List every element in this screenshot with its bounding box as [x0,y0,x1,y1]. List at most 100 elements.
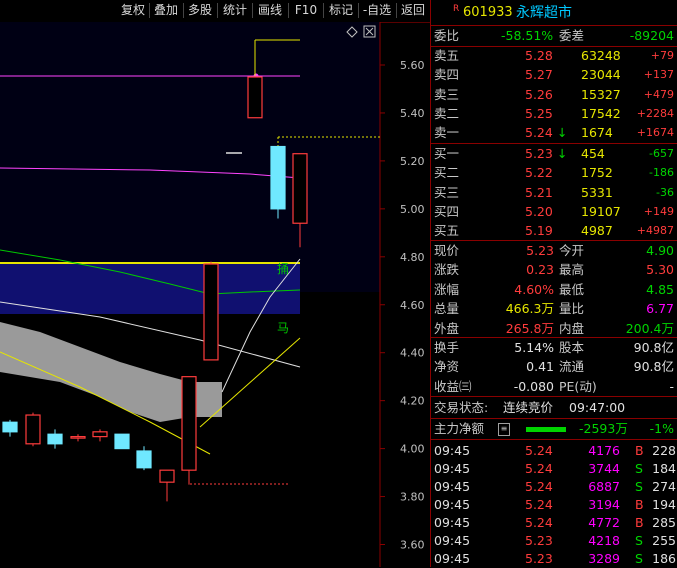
fund-row: 净资 0.41 流通 90.8亿 [431,358,677,376]
blue-zone [0,262,300,314]
divider [358,3,359,18]
main-flow-row[interactable]: 主力净额 ≡ -2593万 -1% [431,420,677,438]
sell-order-row[interactable]: 卖四 5.27 23044 +137 [431,66,677,84]
order-volume: 1674 [581,125,613,141]
tick-row[interactable]: 09:45 5.24 4772 B 285 [431,514,677,532]
status-value: 连续竞价 [503,400,554,415]
y-tick-label: 5.40 [400,107,425,120]
list-icon[interactable]: ≡ [498,423,510,436]
tick-row[interactable]: 09:45 5.24 4176 B 228 [431,442,677,460]
sell-order-row[interactable]: 卖五 5.28 63248 +79 [431,47,677,65]
order-price: 5.22 [525,165,553,181]
order-change: +1674 [636,126,674,140]
tick-time: 09:45 [434,443,471,458]
stats-button[interactable]: 统计 [220,2,250,19]
tick-row[interactable]: 09:45 5.24 3744 S 184 [431,460,677,478]
fuquan-button[interactable]: 复权 [118,2,148,19]
candle-body [92,431,108,438]
weicha-label: 委差 [559,28,585,43]
order-volume: 454 [581,146,605,161]
remove-watchlist-button[interactable]: -自选 [360,2,394,19]
down-arrow-icon: ↓ [557,125,568,141]
plot-shade [0,22,380,292]
candle[interactable] [247,76,263,119]
divider [252,3,253,18]
indicator-label-fang: 捅 [277,261,289,276]
tick-price: 5.23 [525,551,553,566]
tick-side: S [635,461,643,476]
quote-row: 外盘 265.8万 内盘 200.4万 [431,320,677,338]
buy-order-row[interactable]: 买二 5.22 1752 -186 [431,164,677,182]
divider [431,240,677,241]
candle[interactable] [203,261,219,361]
order-change: +137 [643,68,674,82]
tick-row[interactable]: 09:45 5.23 3289 S 186 [431,550,677,568]
mark-button[interactable]: 标记 [326,2,356,19]
order-level-label: 卖一 [434,125,460,141]
order-level-label: 卖四 [434,67,460,83]
candle[interactable] [114,433,130,450]
sell-order-row[interactable]: 卖三 5.26 15327 +479 [431,86,677,104]
order-price: 5.23 [525,146,553,161]
y-tick-label: 3.60 [400,539,425,552]
divider [396,3,397,18]
field-value: 4.60% [514,281,554,297]
field-label: 内盘 [559,320,585,336]
tick-volume: 3289 [588,551,620,566]
field-label: 换手 [434,340,460,355]
candle-body [70,436,86,439]
tick-row[interactable]: 09:45 5.24 3194 B 194 [431,496,677,514]
field-value: 5.30 [646,262,674,278]
indicator-label-ma: 马 [277,321,289,335]
tick-row[interactable]: 09:45 5.23 4218 S 255 [431,532,677,550]
order-level-label: 卖五 [434,48,460,63]
buy-order-row[interactable]: 买三 5.21 5331 -36 [431,184,677,202]
tick-row[interactable]: 09:45 5.24 6887 S 274 [431,478,677,496]
weibi-row: 委比 -58.51% 委差 -89204 [431,27,677,45]
field-label: 最高 [559,262,585,278]
multi-stock-button[interactable]: 多股 [185,2,215,19]
tick-count: 285 [652,515,676,530]
field-value: 466.3万 [505,301,554,317]
sell-order-row[interactable]: 卖一 5.24 ↓ 1674 +1674 [431,124,677,142]
back-button[interactable]: 返回 [398,2,428,19]
weibi-value: -58.51% [501,28,554,43]
draw-line-button[interactable]: 画线 [255,2,285,19]
candle[interactable] [181,376,197,485]
field-value: 200.4万 [625,320,674,336]
f10-button[interactable]: F10 [292,2,320,19]
order-change: +4987 [636,224,674,238]
sell-order-row[interactable]: 卖二 5.25 17542 +2284 [431,105,677,123]
tick-price: 5.24 [525,515,553,530]
tick-volume: 3194 [588,497,620,512]
field-label: 今开 [559,243,585,258]
tick-price: 5.24 [525,479,553,494]
buy-order-row[interactable]: 买五 5.19 4987 +4987 [431,222,677,240]
main-flow-value: -2593万 [579,421,628,436]
order-price: 5.26 [525,86,553,102]
quote-row: 现价 5.23 今开 4.90 [431,242,677,260]
order-level-label: 买四 [434,203,460,219]
field-value: 4.85 [646,281,674,297]
divider [431,418,677,419]
buy-order-row[interactable]: 买四 5.20 19107 +149 [431,203,677,221]
overlay-button[interactable]: 叠加 [151,2,181,19]
candle-body [181,376,197,471]
order-level-label: 买一 [434,146,460,161]
buy-order-row[interactable]: 买一 5.23 ↓ 454 -657 [431,145,677,163]
candle[interactable] [25,412,41,447]
candle-body [247,76,263,119]
order-price: 5.20 [525,203,553,219]
chart-toolbar: 复权 叠加 多股 统计 画线 F10 标记 -自选 返回 [0,0,430,23]
field-label: 股本 [559,340,585,355]
tick-time: 09:45 [434,515,471,530]
kline-chart[interactable]: 5.60 5.40 5.20 5.00 4.80 4.60 4.40 4.20 4.00 3.80… [0,22,430,567]
field-label: PE(动) [559,378,597,394]
stock-title: R 601933 永辉超市 [431,3,677,23]
tick-side: B [635,515,644,530]
divider [431,25,677,26]
divider [183,3,184,18]
candle[interactable] [270,145,286,219]
order-price: 5.27 [525,67,553,83]
y-tick-label: 4.60 [400,299,425,312]
